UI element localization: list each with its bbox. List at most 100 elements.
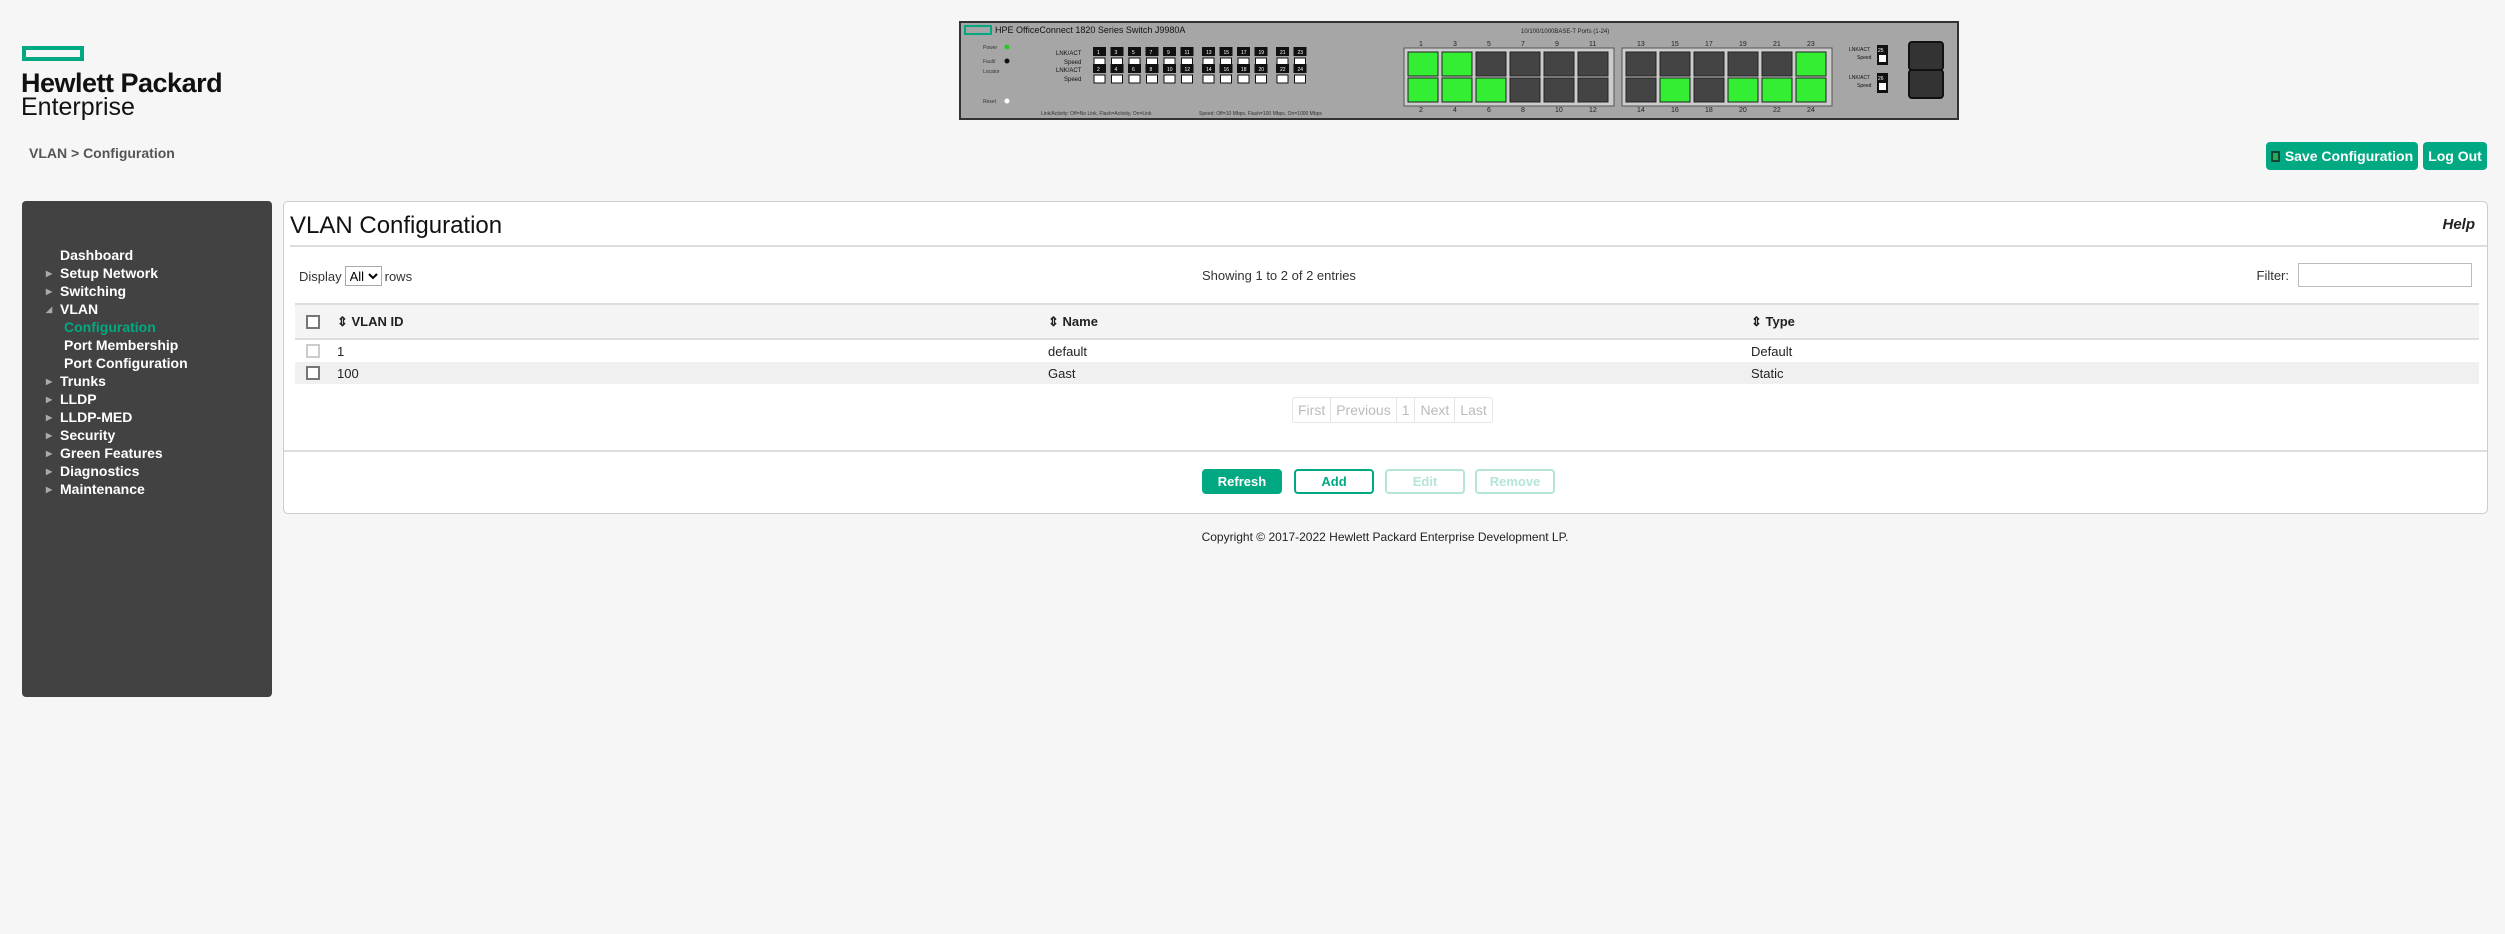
sidebar-item-port-membership[interactable]: Port Membership (64, 337, 178, 353)
sidebar-item-maintenance[interactable]: ▶ Maintenance (46, 481, 145, 497)
vlan-id: 1 (337, 343, 345, 359)
select-all-checkbox[interactable] (306, 314, 320, 329)
sidebar-item-port-configuration[interactable]: Port Configuration (64, 355, 188, 371)
speed-led (1294, 74, 1306, 84)
speed-led (1111, 74, 1123, 84)
ethernet-port-13 (1625, 51, 1657, 77)
speed-led (1128, 74, 1141, 84)
sidebar-item-configuration[interactable]: Configuration (64, 319, 156, 335)
led-icon (1004, 98, 1010, 104)
port-led-number: 9 (1167, 50, 1170, 56)
ethernet-port-1 (1407, 51, 1439, 77)
ethernet-port-18 (1693, 77, 1725, 103)
filter-input[interactable] (2298, 263, 2472, 287)
pager-previous[interactable]: Previous (1331, 398, 1397, 422)
remove-button[interactable]: Remove (1475, 469, 1555, 494)
port-number: 2 (1419, 107, 1423, 114)
pager-next[interactable]: Next (1415, 398, 1456, 422)
ethernet-port-24 (1795, 77, 1827, 103)
table-row[interactable]: 1 default Default (295, 340, 2479, 362)
led-label: Fault/ (983, 59, 996, 65)
led-label: LNK/ACT (1056, 51, 1082, 57)
expand-arrow-icon: ▶ (46, 286, 53, 296)
port-led-number: 5 (1132, 50, 1135, 56)
sidebar-item-switching[interactable]: ▶ Switching (46, 283, 126, 299)
port-number: 11 (1589, 41, 1596, 48)
sidebar-item-label: LLDP-MED (60, 409, 133, 425)
port-led-number: 21 (1280, 50, 1286, 56)
refresh-button[interactable]: Refresh (1202, 469, 1282, 494)
sidebar-item-lldp-med[interactable]: ▶ LLDP-MED (46, 409, 132, 425)
entries-info: Showing 1 to 2 of 2 entries (1202, 268, 1356, 283)
port-led-number: 16 (1224, 67, 1230, 73)
sidebar-item-lldp[interactable]: ▶ LLDP (46, 391, 97, 407)
row-checkbox[interactable] (306, 366, 320, 380)
sidebar-item-security[interactable]: ▶ Security (46, 427, 115, 443)
port-led-number: 3 (1115, 50, 1118, 56)
save-configuration-button[interactable]: Save Configuration (2266, 142, 2418, 170)
divider (284, 450, 2487, 452)
ethernet-port-10 (1543, 77, 1575, 103)
pager-first[interactable]: First (1293, 398, 1332, 422)
log-out-button[interactable]: Log Out (2423, 142, 2487, 170)
led-label: Speed (1857, 83, 1872, 89)
help-link[interactable]: Help (2442, 216, 2475, 233)
port-number: 24 (1807, 107, 1815, 114)
speed-led (1879, 55, 1886, 62)
port-number: 1 (1419, 41, 1423, 48)
sidebar-item-trunks[interactable]: ▶ Trunks (46, 373, 106, 389)
rows-per-page-select[interactable]: All (344, 266, 382, 286)
sidebar-item-setup-network[interactable]: ▶ Setup Network (46, 265, 158, 281)
sidebar-item-label: Maintenance (60, 481, 145, 497)
sidebar-item-diagnostics[interactable]: ▶ Diagnostics (46, 463, 139, 479)
expand-arrow-icon: ▶ (46, 466, 53, 476)
column-header-type[interactable]: ⇕ Type (1751, 314, 1795, 330)
pager-last[interactable]: Last (1455, 398, 1491, 422)
port-number: 7 (1521, 41, 1525, 48)
port-number: 23 (1807, 41, 1815, 48)
page-title: VLAN Configuration (290, 212, 503, 239)
floppy-icon (2270, 150, 2280, 162)
display-label: Display (299, 268, 342, 284)
speed-led (1146, 74, 1158, 84)
port-led-number: 18 (1241, 67, 1247, 73)
speed-led (1276, 74, 1289, 84)
sfp-port-25 (1908, 41, 1944, 71)
sidebar-item-vlan[interactable]: ◢ VLAN (46, 301, 98, 317)
port-number: 4 (1453, 107, 1457, 114)
led-label: Reset (983, 99, 997, 105)
sidebar-item-label: Port Configuration (64, 355, 188, 371)
port-number: 3 (1453, 41, 1457, 48)
add-button[interactable]: Add (1294, 469, 1374, 494)
row-checkbox (306, 344, 320, 358)
ethernet-port-12 (1577, 77, 1609, 103)
vlan-type: Default (1751, 343, 1793, 359)
port-number: 16 (1671, 107, 1679, 114)
column-header-name[interactable]: ⇕ Name (1048, 314, 1098, 330)
sidebar-item-dashboard[interactable]: Dashboard (46, 247, 133, 263)
port-number: 17 (1705, 41, 1713, 48)
table-row[interactable]: 100 Gast Static (295, 362, 2479, 384)
vlan-configuration-panel: VLAN Configuration Help Display All rows… (283, 201, 2488, 514)
speed-led (1879, 83, 1886, 90)
edit-button[interactable]: Edit (1385, 469, 1465, 494)
vlan-table: ⇕ VLAN ID ⇕ Name ⇕ Type 1 default Defaul… (295, 303, 2479, 384)
sidebar-item-green-features[interactable]: ▶ Green Features (46, 445, 163, 461)
ethernet-port-4 (1441, 77, 1473, 103)
copyright: Copyright © 2017-2022 Hewlett Packard En… (1201, 530, 1569, 544)
vlan-type: Static (1751, 365, 1784, 381)
port-number: 15 (1671, 41, 1679, 48)
port-led-number: 2 (1097, 67, 1100, 73)
pager-page-1[interactable]: 1 (1397, 398, 1416, 422)
port-number: 14 (1637, 107, 1645, 114)
sidebar-item-label: Security (60, 427, 116, 443)
ethernet-port-21 (1761, 51, 1793, 77)
sfp-port-number: 26 (1878, 76, 1884, 82)
legend-text: Speed: Off=10 Mbps, Flash=100 Mbps, On=1… (1199, 111, 1322, 117)
ethernet-port-15 (1659, 51, 1691, 77)
speed-led (1202, 74, 1215, 84)
speed-led (1255, 74, 1267, 84)
column-header-vlan-id[interactable]: ⇕ VLAN ID (337, 314, 404, 330)
expand-arrow-icon: ▶ (46, 268, 53, 278)
expand-arrow-icon: ▶ (46, 394, 53, 404)
